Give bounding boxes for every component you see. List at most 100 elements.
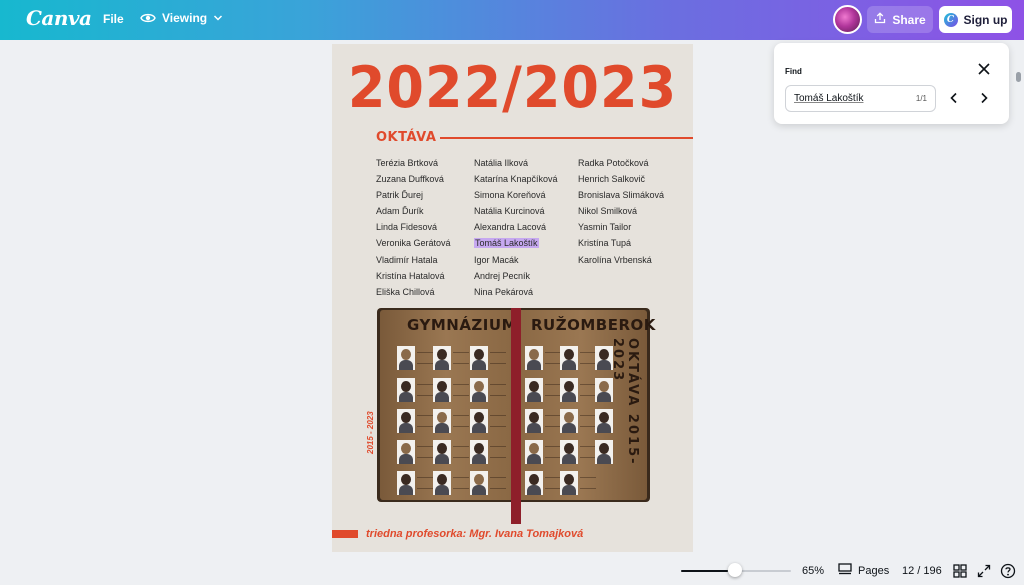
student-photo — [433, 409, 451, 433]
book-heading-right: RUŽOMBEROK — [531, 316, 656, 334]
student-photo — [470, 440, 488, 464]
chevron-down-icon — [213, 14, 223, 22]
canva-badge-icon: C — [943, 12, 958, 27]
chevron-right-icon[interactable] — [975, 89, 993, 107]
student-name: Igor Macák — [474, 254, 519, 265]
photo-caption — [453, 352, 469, 364]
student-name: Vladimír Hatala — [376, 254, 438, 265]
student-name: Yasmin Tailor — [578, 222, 632, 233]
find-input[interactable]: Tomáš Lakoštík 1/1 — [785, 85, 936, 112]
top-bar: Canva File Viewing Share C Sign up — [0, 0, 1024, 40]
student-photo — [595, 346, 613, 370]
book-vertical-text: OKTÁVA 2015-2023 — [610, 338, 640, 466]
student-photo — [525, 440, 543, 464]
share-label: Share — [892, 12, 926, 27]
scrollbar[interactable] — [1016, 72, 1021, 82]
find-result-count: 1/1 — [915, 94, 927, 103]
photo-caption — [417, 415, 433, 427]
student-name: Simona Koreňová — [474, 190, 546, 201]
student-photo — [525, 346, 543, 370]
student-photo — [433, 346, 451, 370]
student-photo — [433, 471, 451, 495]
student-photo — [470, 378, 488, 402]
photo-caption — [453, 384, 469, 396]
accent-bar — [332, 530, 358, 538]
title-divider — [440, 137, 693, 139]
photo-caption — [453, 446, 469, 458]
zoom-slider-handle[interactable] — [728, 563, 742, 577]
photo-caption — [417, 477, 433, 489]
zoom-level: 65% — [802, 565, 825, 577]
share-button[interactable]: Share — [867, 6, 933, 33]
sign-up-label: Sign up — [963, 12, 1008, 27]
names-column-3: Radka Potočková Henrich Salkovič Bronisl… — [578, 155, 664, 268]
student-photo — [397, 440, 415, 464]
student-name: Karolína Vrbenská — [578, 254, 652, 265]
pages-button[interactable]: Pages — [838, 563, 889, 578]
student-photo — [595, 409, 613, 433]
canva-logo[interactable]: Canva — [26, 6, 92, 30]
student-name: Kristína Tupá — [578, 238, 632, 249]
student-photo — [525, 471, 543, 495]
names-column-2: Natália Ilková Katarína Knapčíková Simon… — [474, 155, 558, 300]
class-photo-book: GYMNÁZIUM RUŽOMBEROK OKTÁVA 2015-2023 — [377, 308, 655, 524]
document-page: 2022/2023 OKTÁVA Terézia Brtková Zuzana … — [332, 44, 693, 552]
student-photo — [525, 409, 543, 433]
photo-caption — [545, 415, 561, 427]
student-photo — [470, 346, 488, 370]
photo-caption — [417, 352, 433, 364]
photo-caption — [490, 384, 506, 396]
close-icon[interactable] — [974, 59, 994, 79]
help-icon[interactable] — [1000, 563, 1016, 579]
student-photo — [397, 378, 415, 402]
student-photo — [560, 378, 578, 402]
pages-icon — [838, 563, 852, 578]
student-name: Nina Pekárová — [474, 286, 534, 297]
photo-caption — [453, 477, 469, 489]
teacher-line: triedna profesorka: Mgr. Ivana Tomajková — [366, 528, 584, 540]
photo-caption — [490, 352, 506, 364]
file-menu-button[interactable]: File — [103, 12, 124, 26]
grid-icon[interactable] — [952, 563, 968, 579]
photo-caption — [580, 477, 596, 489]
bookmark-ribbon — [511, 308, 521, 524]
photo-caption — [490, 446, 506, 458]
student-photo — [470, 409, 488, 433]
student-name: Zuzana Duffková — [376, 174, 444, 185]
highlighted-student-name: Tomáš Lakoštík — [474, 238, 539, 249]
viewing-label: Viewing — [162, 11, 208, 25]
student-photo — [525, 378, 543, 402]
student-photo — [433, 440, 451, 464]
student-photo — [595, 378, 613, 402]
class-title: OKTÁVA — [376, 130, 437, 145]
student-name: Linda Fidesová — [376, 222, 438, 233]
photo-caption — [580, 384, 596, 396]
upload-icon — [874, 12, 886, 27]
photo-caption — [545, 384, 561, 396]
find-query: Tomáš Lakoštík — [794, 93, 864, 104]
user-avatar[interactable] — [833, 5, 862, 34]
sign-up-button[interactable]: C Sign up — [939, 6, 1012, 33]
student-photo — [470, 471, 488, 495]
student-name: Kristína Hatalová — [376, 270, 445, 281]
student-photo — [560, 346, 578, 370]
student-name: Terézia Brtková — [376, 158, 439, 168]
student-name: Adam Ďurík — [376, 206, 424, 217]
year-heading: 2022/2023 — [347, 54, 678, 121]
photo-caption — [580, 352, 596, 364]
student-photo — [397, 409, 415, 433]
viewing-mode-button[interactable]: Viewing — [140, 11, 223, 25]
find-title: Find — [785, 67, 802, 76]
photo-caption — [490, 415, 506, 427]
eye-icon — [140, 12, 156, 24]
photo-caption — [417, 446, 433, 458]
student-name: Veronika Gerátová — [376, 238, 451, 249]
student-photo — [397, 346, 415, 370]
chevron-left-icon[interactable] — [945, 89, 963, 107]
student-name: Radka Potočková — [578, 158, 649, 168]
photo-caption — [580, 446, 596, 458]
expand-icon[interactable] — [976, 563, 992, 579]
student-photo — [560, 440, 578, 464]
student-photo — [560, 409, 578, 433]
student-name: Patrik Ďurej — [376, 190, 424, 201]
